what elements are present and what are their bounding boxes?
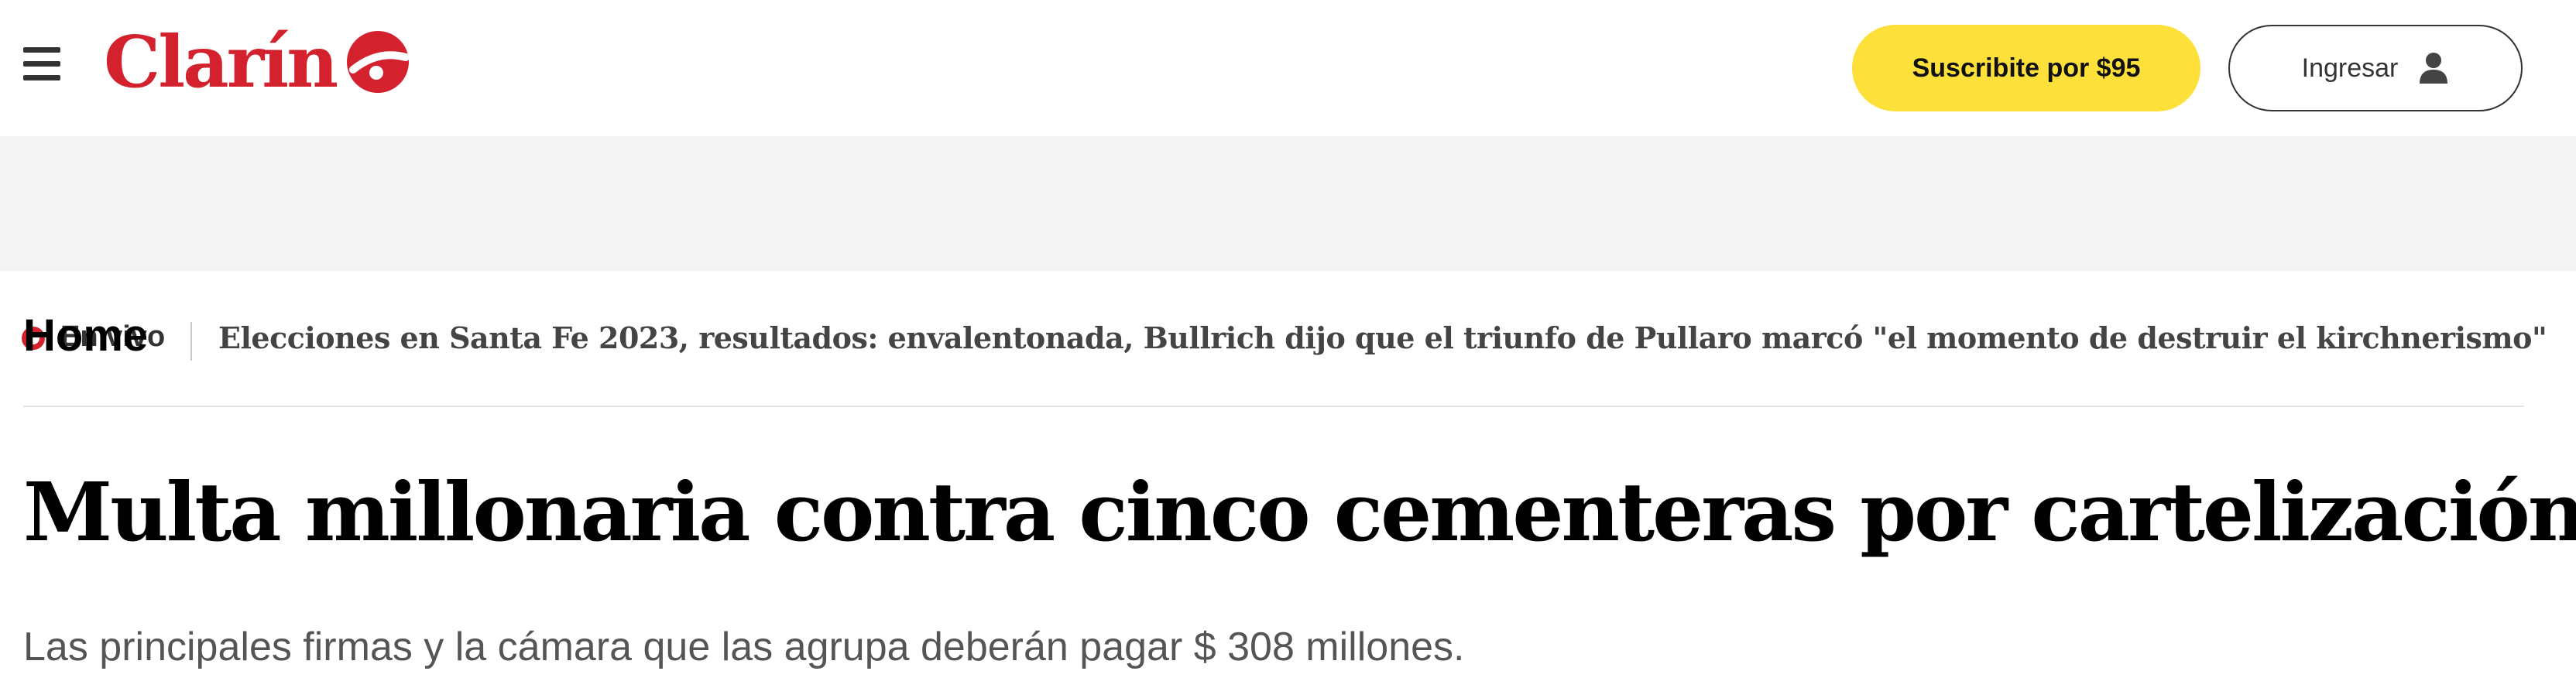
live-headline-link[interactable]: Elecciones en Santa Fe 2023, resultados:… [218,320,2547,355]
section-title[interactable]: Home [23,310,148,361]
login-label: Ingresar [2301,53,2399,83]
login-button[interactable]: Ingresar [2228,25,2523,111]
logo-text: Clarín [104,20,338,104]
live-divider [190,322,192,361]
live-news-bar[interactable]: En vivo Elecciones en Santa Fe 2023, res… [0,136,2576,361]
clarin-logo[interactable]: Clarín [104,15,413,108]
article-title[interactable]: Multa millonaria contra cinco cementeras… [23,464,2576,560]
article-subtitle: Las principales firmas y la cámara que l… [23,625,1465,669]
section-divider [23,406,2524,407]
logo-mark-icon [347,31,410,93]
user-icon [2420,53,2448,84]
hamburger-menu-icon[interactable] [20,45,63,82]
subscribe-button[interactable]: Suscribite por $95 [1852,25,2200,111]
site-header: Clarín Suscribite por $95 Ingresar [0,0,2576,136]
